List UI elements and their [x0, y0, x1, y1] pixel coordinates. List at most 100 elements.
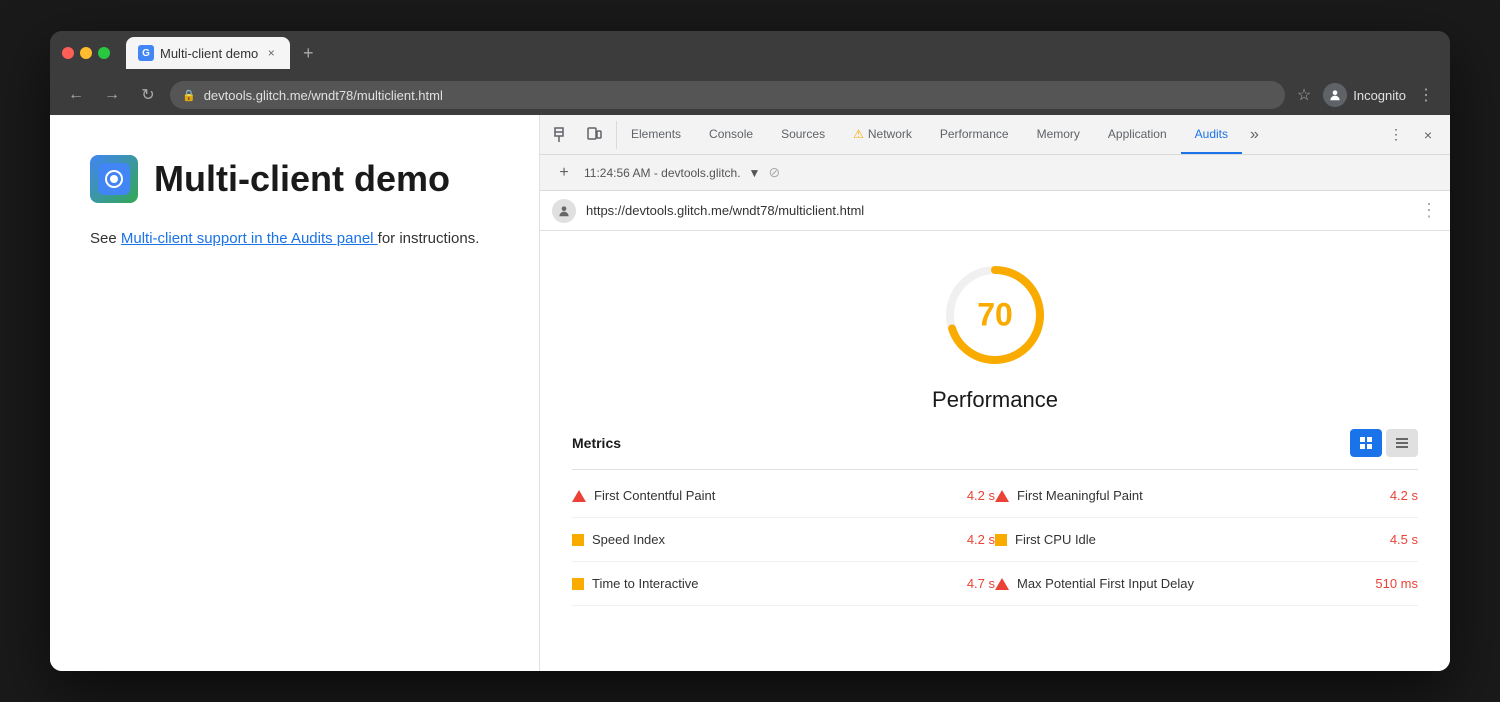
audit-subtoolbar: + 11:24:56 AM - devtools.glitch. ▼ ⊘ — [540, 155, 1450, 191]
metric-first-cpu-idle: First CPU Idle 4.5 s — [995, 518, 1418, 562]
warning-triangle-icon — [995, 490, 1009, 502]
traffic-light-green[interactable] — [98, 47, 110, 59]
metric-speed-index: Speed Index 4.2 s — [572, 518, 995, 562]
list-view-button[interactable] — [1386, 429, 1418, 457]
reload-button[interactable]: ↻ — [134, 81, 162, 109]
more-tabs-button[interactable]: » — [1242, 126, 1267, 144]
metric-time-to-interactive: Time to Interactive 4.7 s — [572, 562, 995, 606]
traffic-light-red[interactable] — [62, 47, 74, 59]
page-description: See Multi-client support in the Audits p… — [90, 227, 499, 251]
tab-network[interactable]: ⚠ Network — [839, 115, 926, 154]
tab-title: Multi-client demo — [160, 46, 258, 61]
browser-tab[interactable]: G Multi-client demo × — [126, 37, 290, 69]
tab-performance[interactable]: Performance — [926, 115, 1023, 154]
audit-dropdown-arrow[interactable]: ▼ — [749, 166, 761, 180]
audit-url-more-button[interactable]: ⋮ — [1420, 200, 1438, 221]
audit-timestamp: 11:24:56 AM - devtools.glitch. — [584, 166, 741, 180]
main-page: Multi-client demo See Multi-client suppo… — [50, 115, 540, 671]
metric-value: 510 ms — [1368, 576, 1418, 591]
metric-name: Max Potential First Input Delay — [1017, 576, 1360, 591]
warning-triangle-icon — [995, 578, 1009, 590]
traffic-lights — [62, 47, 110, 59]
metric-name: Time to Interactive — [592, 576, 937, 591]
tab-bar: G Multi-client demo × + — [126, 37, 1438, 69]
browser-window: G Multi-client demo × + ← → ↻ 🔒 devtools… — [50, 31, 1450, 671]
tab-elements[interactable]: Elements — [617, 115, 695, 154]
new-tab-button[interactable]: + — [294, 39, 322, 67]
devtools-toolbar: Elements Console Sources ⚠ Network Perfo… — [540, 115, 1450, 155]
grid-view-button[interactable] — [1350, 429, 1382, 457]
content-area: Multi-client demo See Multi-client suppo… — [50, 115, 1450, 671]
metrics-left-column: First Contentful Paint 4.2 s Speed Index… — [572, 474, 995, 606]
devtools-tabs: Elements Console Sources ⚠ Network Perfo… — [617, 115, 1374, 154]
back-button[interactable]: ← — [62, 81, 90, 109]
devtools-panel: Elements Console Sources ⚠ Network Perfo… — [540, 115, 1450, 671]
browser-menu-button[interactable]: ⋮ — [1414, 81, 1438, 109]
gauge-wrapper: 70 — [935, 255, 1055, 375]
profile-label: Incognito — [1353, 88, 1406, 103]
avatar — [1323, 83, 1347, 107]
metrics-right-column: First Meaningful Paint 4.2 s First CPU I… — [995, 474, 1418, 606]
tab-console[interactable]: Console — [695, 115, 767, 154]
forward-button[interactable]: → — [98, 81, 126, 109]
performance-label: Performance — [932, 387, 1058, 413]
metric-name: First Contentful Paint — [594, 488, 937, 503]
tab-favicon: G — [138, 45, 154, 61]
devtools-icon-group — [540, 121, 617, 149]
devtools-context-menu-button[interactable]: ⋮ — [1382, 121, 1410, 149]
page-header: Multi-client demo — [90, 155, 499, 203]
orange-square-icon — [995, 534, 1007, 546]
gauge-score: 70 — [977, 297, 1013, 334]
address-bar[interactable]: 🔒 devtools.glitch.me/wndt78/multiclient.… — [170, 81, 1285, 109]
view-toggle — [1350, 429, 1418, 457]
audit-block-button[interactable]: ⊘ — [768, 164, 780, 181]
devtools-actions: ⋮ × — [1374, 121, 1450, 149]
metric-name: First Meaningful Paint — [1017, 488, 1360, 503]
orange-square-icon — [572, 534, 584, 546]
audit-url-bar: https://devtools.glitch.me/wndt78/multic… — [540, 191, 1450, 231]
address-text: devtools.glitch.me/wndt78/multiclient.ht… — [204, 88, 443, 103]
metric-value: 4.2 s — [945, 532, 995, 547]
orange-square-icon — [572, 578, 584, 590]
score-section: 70 Performance — [572, 255, 1418, 413]
audit-results: 70 Performance Metrics — [540, 231, 1450, 671]
metric-max-potential-fid: Max Potential First Input Delay 510 ms — [995, 562, 1418, 606]
tab-sources[interactable]: Sources — [767, 115, 839, 154]
metric-first-contentful-paint: First Contentful Paint 4.2 s — [572, 474, 995, 518]
metric-value: 4.7 s — [945, 576, 995, 591]
desc-prefix: See — [90, 230, 121, 247]
audit-add-button[interactable]: + — [552, 161, 576, 185]
metric-value: 4.2 s — [945, 488, 995, 503]
metrics-title: Metrics — [572, 435, 621, 451]
warning-triangle-icon — [572, 490, 586, 502]
lock-icon: 🔒 — [182, 89, 196, 102]
audit-avatar — [552, 199, 576, 223]
page-logo — [90, 155, 138, 203]
metric-name: First CPU Idle — [1015, 532, 1360, 547]
tab-application[interactable]: Application — [1094, 115, 1181, 154]
metrics-grid: First Contentful Paint 4.2 s Speed Index… — [572, 474, 1418, 606]
tab-audits[interactable]: Audits — [1181, 115, 1242, 154]
tab-memory[interactable]: Memory — [1023, 115, 1094, 154]
bookmark-button[interactable]: ☆ — [1293, 81, 1315, 109]
page-title: Multi-client demo — [154, 158, 450, 200]
favicon-letter: G — [142, 48, 150, 59]
metric-first-meaningful-paint: First Meaningful Paint 4.2 s — [995, 474, 1418, 518]
desc-suffix: for instructions. — [378, 230, 480, 247]
metric-value: 4.2 s — [1368, 488, 1418, 503]
navigation-bar: ← → ↻ 🔒 devtools.glitch.me/wndt78/multic… — [50, 75, 1450, 115]
network-warning-icon: ⚠ — [853, 127, 864, 141]
element-picker-button[interactable] — [548, 121, 576, 149]
tab-close-button[interactable]: × — [264, 46, 278, 60]
devtools-close-button[interactable]: × — [1414, 121, 1442, 149]
traffic-light-yellow[interactable] — [80, 47, 92, 59]
gauge-container: 70 Performance — [932, 255, 1058, 413]
metrics-header: Metrics — [572, 429, 1418, 470]
device-toggle-button[interactable] — [580, 121, 608, 149]
profile-area[interactable]: Incognito — [1323, 83, 1406, 107]
metric-value: 4.5 s — [1368, 532, 1418, 547]
metric-name: Speed Index — [592, 532, 937, 547]
title-bar: G Multi-client demo × + — [50, 31, 1450, 75]
audit-url-text: https://devtools.glitch.me/wndt78/multic… — [586, 203, 1410, 218]
audits-panel-link[interactable]: Multi-client support in the Audits panel — [121, 230, 378, 247]
